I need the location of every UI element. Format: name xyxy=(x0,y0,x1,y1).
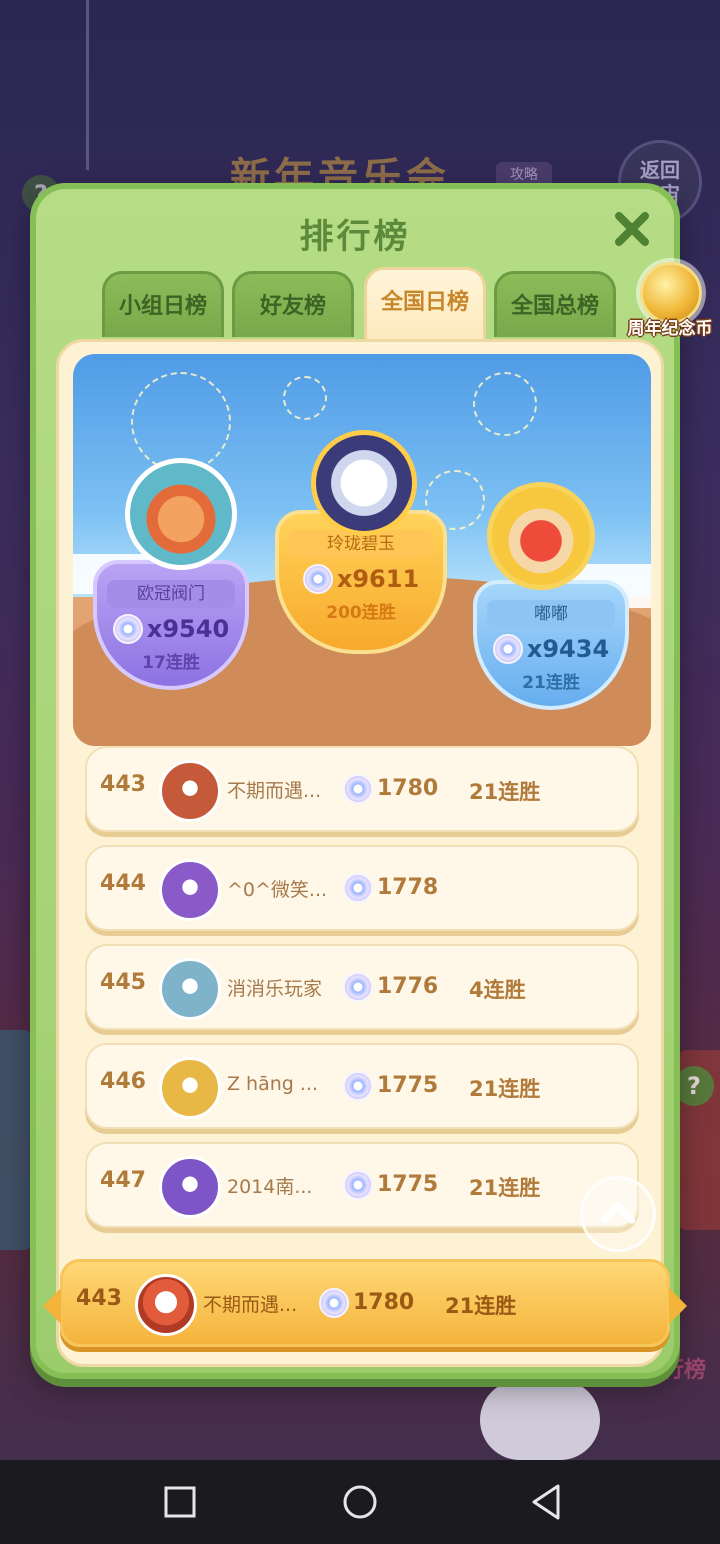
avatar[interactable] xyxy=(125,458,237,570)
podium-third-name: 嘟嘟 xyxy=(487,600,615,628)
table-row[interactable]: 444 ^0^微笑... 1778 xyxy=(85,845,639,931)
disc-icon xyxy=(492,634,523,664)
firework xyxy=(283,376,327,420)
podium-scene: 欧冠阀门 x9540 17连胜 玲珑碧玉 x9611 200连胜 嘟嘟 x943… xyxy=(73,354,651,746)
player-score: 1775 xyxy=(377,1073,439,1098)
avatar[interactable] xyxy=(159,1057,221,1119)
table-row[interactable]: 445 消消乐玩家 1776 4连胜 xyxy=(85,944,639,1030)
my-streak: 21连胜 xyxy=(445,1294,517,1318)
player-name: 2014南... xyxy=(227,1176,313,1198)
coin-label: 周年纪念币 xyxy=(627,319,713,339)
disc-icon xyxy=(343,1170,373,1204)
disc-icon xyxy=(343,873,373,907)
home-icon xyxy=(343,1485,377,1519)
firework xyxy=(131,372,231,472)
player-name: ^0^微笑... xyxy=(227,879,328,901)
podium-first-score-line: x9611 xyxy=(275,564,447,594)
player-name: Z hāng ... xyxy=(227,1073,319,1095)
my-rank-row[interactable]: 443 不期而遇... 1780 21连胜 xyxy=(43,1259,687,1347)
help-icon[interactable]: ? xyxy=(674,1066,714,1106)
system-nav-bar xyxy=(0,1460,720,1544)
rank-number: 445 xyxy=(100,970,146,995)
tab-national-daily[interactable]: 全国日榜 xyxy=(364,267,486,339)
tab-friends[interactable]: 好友榜 xyxy=(232,271,354,337)
arrow-left-icon xyxy=(43,1288,61,1324)
disc-icon xyxy=(112,614,143,644)
podium-second-streak: 17连胜 xyxy=(142,653,200,673)
avatar[interactable] xyxy=(159,1156,221,1218)
podium-second-score-line: x9540 xyxy=(93,614,249,644)
tab-national-total[interactable]: 全国总榜 xyxy=(494,271,616,337)
player-name: 消消乐玩家 xyxy=(227,978,323,1000)
hand-pointer-icon xyxy=(480,1380,600,1460)
podium-third-score-line: x9434 xyxy=(473,634,629,664)
table-row[interactable]: 447 2014南... 1775 21连胜 xyxy=(85,1142,639,1228)
my-score: 1780 xyxy=(353,1290,415,1315)
anniversary-coin-button[interactable]: 周年纪念币 xyxy=(626,258,714,346)
podium-second-score: x9540 xyxy=(146,615,230,643)
podium-second[interactable]: 欧冠阀门 x9540 17连胜 xyxy=(93,560,249,706)
podium-first-score: x9611 xyxy=(336,565,420,593)
recent-apps-button[interactable] xyxy=(160,1482,200,1522)
avatar[interactable] xyxy=(159,958,221,1020)
player-streak: 21连胜 xyxy=(469,780,541,804)
disc-icon xyxy=(343,774,373,808)
player-streak: 4连胜 xyxy=(469,978,526,1002)
background-panel-left xyxy=(0,1030,32,1250)
podium-second-name: 欧冠阀门 xyxy=(107,580,235,608)
back-button[interactable] xyxy=(526,1482,566,1522)
podium-third-streak: 21连胜 xyxy=(522,673,580,693)
chevron-up-icon xyxy=(600,1202,636,1224)
rank-number: 444 xyxy=(100,871,146,896)
avatar[interactable] xyxy=(159,859,221,921)
player-score: 1775 xyxy=(377,1172,439,1197)
rank-number: 443 xyxy=(100,772,146,797)
player-score: 1778 xyxy=(377,875,439,900)
recent-apps-icon xyxy=(164,1486,196,1518)
podium-third[interactable]: 嘟嘟 x9434 21连胜 xyxy=(473,580,629,726)
table-row[interactable]: 443 不期而遇... 1780 21连胜 xyxy=(85,746,639,832)
avatar[interactable] xyxy=(135,1274,197,1336)
disc-icon xyxy=(343,1071,373,1105)
rank-number: 446 xyxy=(100,1069,146,1094)
disc-icon xyxy=(343,972,373,1006)
disc-icon xyxy=(302,564,333,594)
arrow-right-icon xyxy=(669,1288,687,1324)
rank-number: 447 xyxy=(100,1168,146,1193)
close-button[interactable] xyxy=(610,209,654,253)
avatar[interactable] xyxy=(487,482,595,590)
scroll-top-button[interactable] xyxy=(580,1176,656,1252)
table-row[interactable]: 446 Z hāng ... 1775 21连胜 xyxy=(85,1043,639,1129)
disc-icon xyxy=(319,1288,349,1322)
player-score: 1776 xyxy=(377,974,439,999)
avatar[interactable] xyxy=(159,760,221,822)
player-streak: 21连胜 xyxy=(469,1176,541,1200)
podium-third-score: x9434 xyxy=(526,635,610,663)
hanging-string xyxy=(86,0,89,170)
my-rank-number: 443 xyxy=(76,1286,122,1311)
player-name: 不期而遇... xyxy=(227,780,322,802)
podium-first-streak: 200连胜 xyxy=(326,603,396,623)
leaderboard-panel: 欧冠阀门 x9540 17连胜 玲珑碧玉 x9611 200连胜 嘟嘟 x943… xyxy=(56,339,664,1367)
home-button[interactable] xyxy=(340,1482,380,1522)
back-icon xyxy=(532,1484,560,1520)
player-streak: 21连胜 xyxy=(469,1077,541,1101)
player-score: 1780 xyxy=(377,776,439,801)
close-icon xyxy=(615,212,649,246)
my-player-name: 不期而遇... xyxy=(203,1294,298,1316)
modal-title: 排行榜 xyxy=(299,217,411,257)
avatar[interactable] xyxy=(311,430,417,536)
firework xyxy=(473,372,537,436)
tab-group-daily[interactable]: 小组日榜 xyxy=(102,271,224,337)
